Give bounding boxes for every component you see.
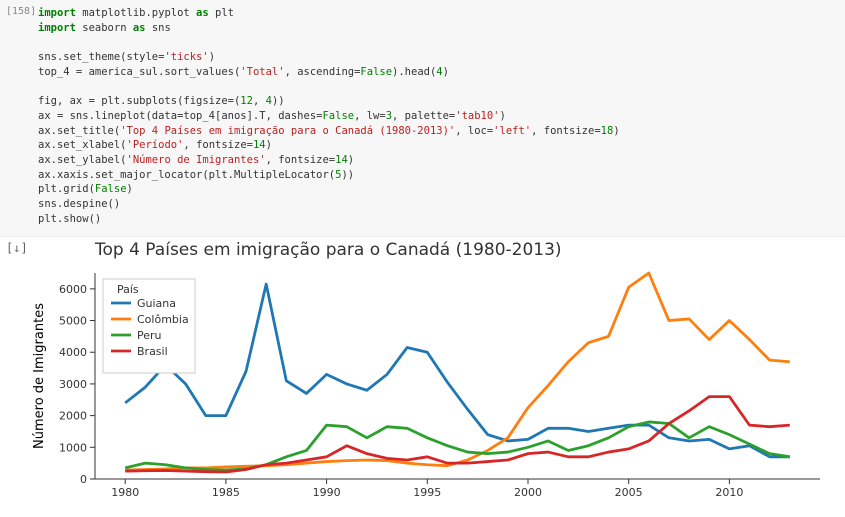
code-source[interactable]: import matplotlib.pyplot as plt import s… xyxy=(10,6,835,226)
y-tick-label: 2000 xyxy=(59,410,87,423)
y-tick-label: 5000 xyxy=(59,315,87,328)
legend-label: Peru xyxy=(137,329,162,342)
x-tick-label: 1990 xyxy=(313,486,341,499)
y-axis-label: Número de Imigrantes xyxy=(32,303,47,449)
output-collapse-icon[interactable]: [↓] xyxy=(6,241,28,255)
series-line xyxy=(125,284,790,457)
line-chart: Top 4 Países em imigração para o Canadá … xyxy=(0,237,845,517)
chart-output: [↓] Top 4 Países em imigração para o Can… xyxy=(0,237,845,517)
legend-title: País xyxy=(117,283,139,296)
chart-title: Top 4 Países em imigração para o Canadá … xyxy=(94,240,562,260)
cell-prompt: [158] xyxy=(6,6,36,17)
y-tick-label: 0 xyxy=(80,473,87,486)
y-tick-label: 3000 xyxy=(59,378,87,391)
y-tick-label: 4000 xyxy=(59,347,87,360)
legend-label: Guiana xyxy=(137,297,176,310)
code-cell: [158] import matplotlib.pyplot as plt im… xyxy=(0,0,845,237)
y-tick-label: 1000 xyxy=(59,442,87,455)
series-line xyxy=(125,397,790,472)
x-tick-label: 1985 xyxy=(212,486,240,499)
x-tick-label: 1995 xyxy=(413,486,441,499)
x-tick-label: 2005 xyxy=(615,486,643,499)
legend-label: Colômbia xyxy=(137,313,189,326)
x-tick-label: 2000 xyxy=(514,486,542,499)
legend-label: Brasil xyxy=(137,345,168,358)
x-tick-label: 1980 xyxy=(111,486,139,499)
y-tick-label: 6000 xyxy=(59,283,87,296)
x-tick-label: 2010 xyxy=(715,486,743,499)
